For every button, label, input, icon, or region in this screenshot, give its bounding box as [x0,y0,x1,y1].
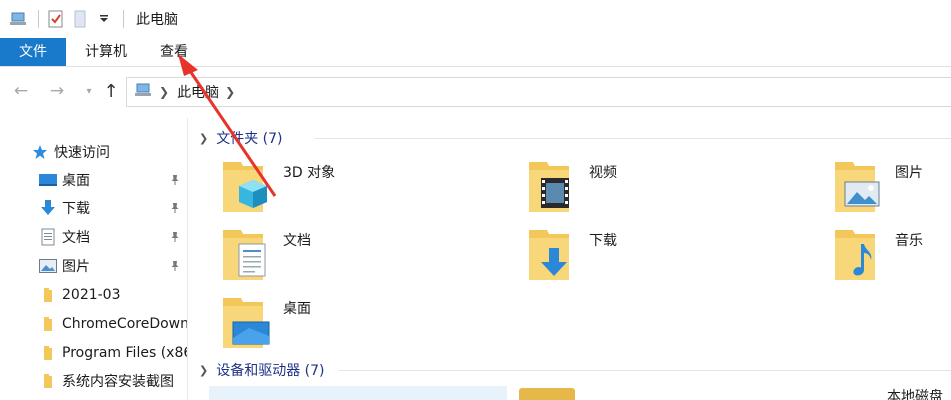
new-folder-icon[interactable] [69,8,91,30]
star-icon [30,142,50,162]
navigation-bar: ← → ▾ ↑ ❯ 此电脑 ❯ [0,68,951,118]
picture-icon [38,256,58,276]
group-divider [339,370,951,371]
folder-tile-label: 桌面 [283,301,311,317]
devices-group-header[interactable]: ❯ 设备和驱动器 (7) [199,360,325,380]
recent-locations-chevron-icon[interactable]: ▾ [78,80,100,102]
back-arrow-icon[interactable]: ← [10,80,32,102]
folder-tile-label: 文档 [283,233,311,249]
breadcrumb-chevron-icon[interactable]: ❯ [225,85,235,99]
folder-tile-label: 视频 [589,165,617,181]
properties-icon[interactable] [45,8,67,30]
3d-objects-folder-icon [219,158,275,218]
desktop-icon [38,170,58,190]
breadcrumb-this-pc[interactable]: 此电脑 [177,82,219,102]
folders-group-title: 文件夹 (7) [216,131,283,147]
toolbar-separator [123,10,124,28]
folder-tile-3d-objects[interactable]: 3D 对象 [219,158,479,218]
folder-icon [38,371,58,391]
nav-item-documents[interactable]: 文档 [0,223,187,251]
nav-item-label: 2021-03 [62,287,121,303]
document-icon [38,227,58,247]
nav-item-desktop[interactable]: 桌面 [0,166,187,194]
address-bar[interactable]: ❯ 此电脑 ❯ [126,77,951,107]
nav-item-label: 下载 [62,201,90,217]
nav-item-folder[interactable]: 2021-03 [0,281,187,309]
devices-group-title: 设备和驱动器 (7) [216,363,325,379]
ribbon-tabs: 文件 计算机 查看 [0,38,951,67]
forward-arrow-icon[interactable]: → [46,80,68,102]
nav-quick-access[interactable]: 快速访问 [0,138,187,166]
computer-icon[interactable] [8,8,30,30]
folder-tile-label: 音乐 [895,233,923,249]
nav-item-folder[interactable]: 系统内容安装截图 [0,367,187,395]
folder-icon [38,285,58,305]
pin-icon[interactable] [168,259,182,273]
tab-file[interactable]: 文件 [0,38,66,66]
breadcrumb-chevron-icon[interactable]: ❯ [159,85,169,99]
nav-item-label: Program Files (x86 [62,345,188,361]
videos-folder-icon [525,158,581,218]
folder-icon [38,343,58,363]
nav-item-folder[interactable]: ChromeCoreDown [0,310,188,338]
nav-item-pictures[interactable]: 图片 [0,252,187,280]
collapse-chevron-icon[interactable]: ❯ [199,132,208,145]
nav-item-label: ChromeCoreDown [62,316,188,332]
tab-computer[interactable]: 计算机 [78,38,134,66]
computer-icon [135,82,153,102]
toolbar-separator [38,10,39,28]
pin-icon[interactable] [168,173,182,187]
pictures-folder-icon [831,158,887,218]
desktop-folder-icon [219,294,275,354]
folders-group-header[interactable]: ❯ 文件夹 (7) [199,128,283,148]
quick-access-toolbar [0,0,130,38]
nav-quick-access-label: 快速访问 [54,145,110,161]
tab-view[interactable]: 查看 [154,38,194,66]
folder-tile-music[interactable]: 音乐 [831,226,951,286]
folder-tile-label: 图片 [895,165,923,181]
folder-icon [38,314,58,334]
customize-toolbar-chevron-icon[interactable] [93,8,115,30]
folder-tile-label: 3D 对象 [283,165,336,181]
folder-tile-downloads[interactable]: 下载 [525,226,785,286]
navigation-pane: 快速访问 桌面 下载 文档 图片 2021-03 ChromeCoreDown … [0,118,188,400]
folder-tile-desktop[interactable]: 桌面 [219,294,479,354]
downloads-folder-icon [525,226,581,286]
drive-label[interactable]: 本地磁盘 [887,386,943,400]
nav-item-label: 系统内容安装截图 [62,374,174,390]
nav-item-folder[interactable]: Program Files (x86 [0,339,188,367]
folder-tile-videos[interactable]: 视频 [525,158,785,218]
nav-item-label: 文档 [62,230,90,246]
nav-item-downloads[interactable]: 下载 [0,194,187,222]
folder-tile-documents[interactable]: 文档 [219,226,479,286]
pin-icon[interactable] [168,230,182,244]
group-divider [315,138,951,139]
nav-item-label: 桌面 [62,173,90,189]
drive-tile-selected[interactable] [209,386,507,400]
content-pane: ❯ 文件夹 (7) 3D 对象 视频 图片 文档 下载 音乐 桌面 ❯ 设备和驱… [189,118,951,400]
folder-tile-label: 下载 [589,233,617,249]
documents-folder-icon [219,226,275,286]
nav-item-label: 图片 [62,259,90,275]
collapse-chevron-icon[interactable]: ❯ [199,364,208,377]
pin-icon[interactable] [168,201,182,215]
up-arrow-icon[interactable]: ↑ [100,80,122,102]
drive-icon[interactable] [519,388,575,400]
download-icon [38,198,58,218]
music-folder-icon [831,226,887,286]
folder-tile-pictures[interactable]: 图片 [831,158,951,218]
window-title: 此电脑 [136,12,178,28]
title-bar: 此电脑 [0,0,951,38]
